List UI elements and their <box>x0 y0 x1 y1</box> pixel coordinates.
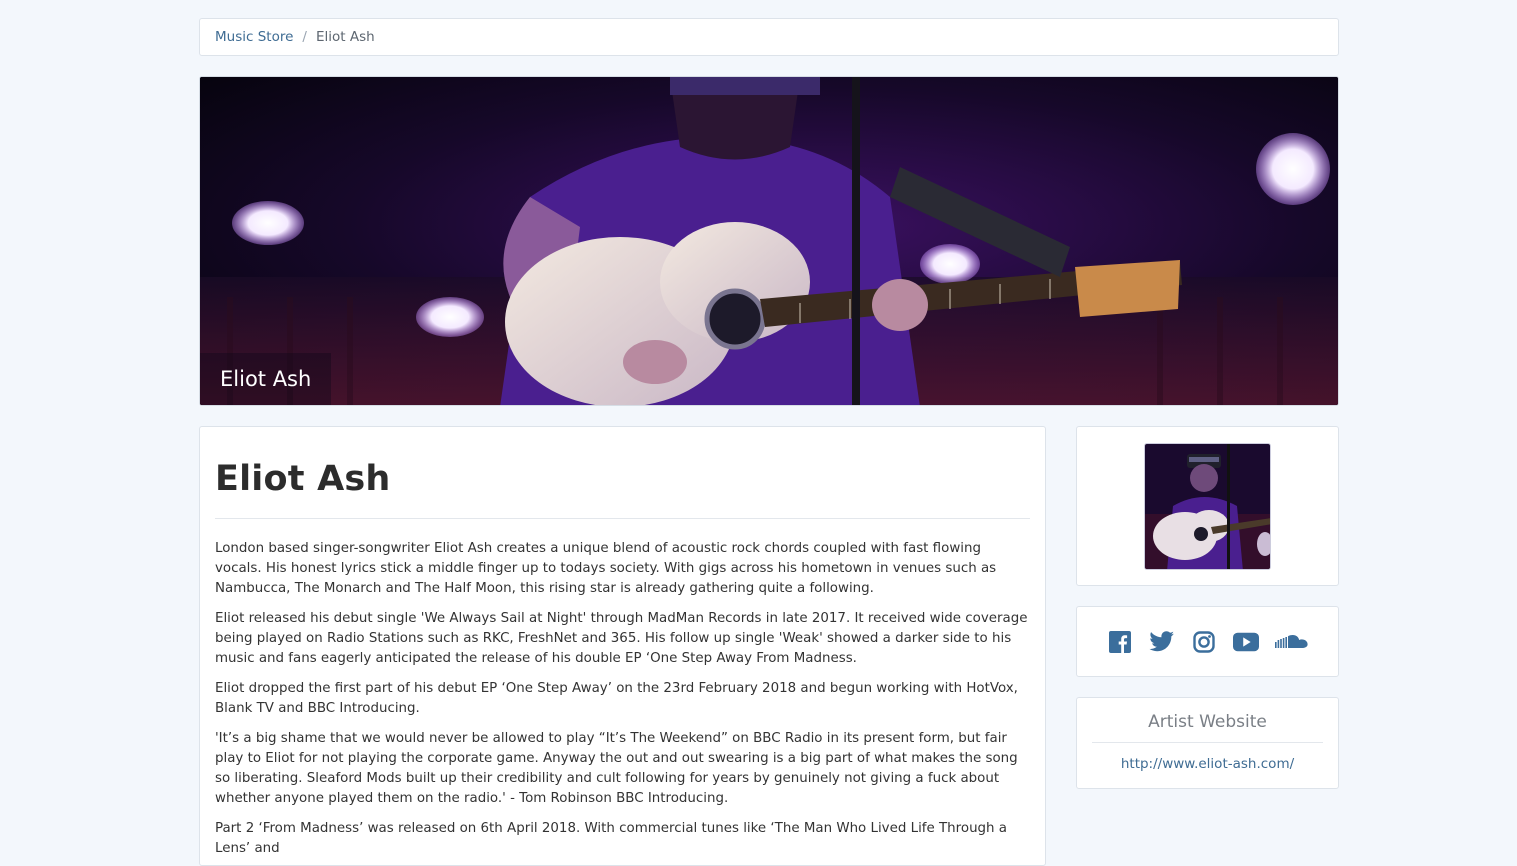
bio-paragraph: 'It’s a big shame that we would never be… <box>215 731 1018 806</box>
facebook-icon[interactable] <box>1107 629 1133 655</box>
artist-website-link[interactable]: http://www.eliot-ash.com/ <box>1121 756 1294 772</box>
artist-name-heading: Eliot Ash <box>215 459 1030 519</box>
artist-website-title: Artist Website <box>1092 712 1323 743</box>
breadcrumb: Music Store / Eliot Ash <box>199 18 1339 56</box>
twitter-icon[interactable] <box>1148 629 1175 655</box>
bio-paragraph: Part 2 ‘From Madness’ was released on 6t… <box>215 821 1007 856</box>
artist-bio-card: Eliot Ash London based singer-songwriter… <box>199 426 1046 866</box>
artist-website-card: Artist Website http://www.eliot-ash.com/ <box>1076 697 1339 789</box>
artist-thumbnail <box>1144 442 1271 570</box>
artist-banner: Eliot Ash <box>199 76 1339 406</box>
artist-thumbnail-card <box>1076 426 1339 586</box>
soundcloud-icon[interactable] <box>1274 629 1309 655</box>
bio-paragraph: Eliot dropped the first part of his debu… <box>215 681 1018 716</box>
breadcrumb-separator: / <box>302 29 307 45</box>
social-links-card <box>1076 606 1339 677</box>
instagram-icon[interactable] <box>1191 629 1217 655</box>
breadcrumb-music-store-link[interactable]: Music Store <box>215 29 293 45</box>
banner-caption: Eliot Ash <box>200 353 332 405</box>
bio-paragraph: London based singer-songwriter Eliot Ash… <box>215 541 997 596</box>
youtube-icon[interactable] <box>1232 629 1259 655</box>
breadcrumb-current: Eliot Ash <box>315 29 375 45</box>
banner-photo <box>200 77 1338 405</box>
bio-paragraph: Eliot released his debut single 'We Alwa… <box>215 611 1028 666</box>
